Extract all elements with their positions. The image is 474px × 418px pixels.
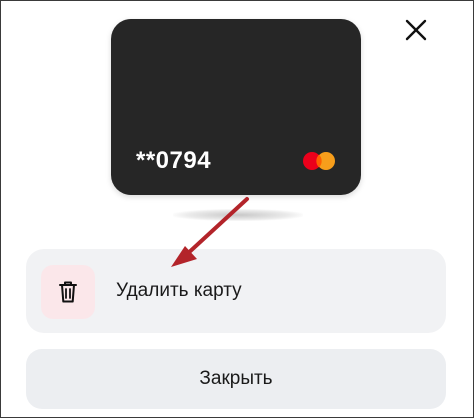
card-sheet: **0794 Удалить карту Закрыть <box>0 0 474 418</box>
trash-icon <box>59 281 77 303</box>
trash-icon-container <box>41 265 95 319</box>
delete-card-label: Удалить карту <box>116 280 242 301</box>
delete-card-button[interactable]: Удалить карту <box>26 249 446 333</box>
close-button[interactable] <box>403 17 429 43</box>
close-icon <box>405 19 427 41</box>
card-masked-number: **0794 <box>136 147 212 174</box>
bank-card: **0794 <box>111 19 361 195</box>
mastercard-logo-icon <box>303 152 335 170</box>
close-sheet-label: Закрыть <box>199 368 273 389</box>
card-shadow <box>173 209 303 221</box>
close-sheet-button[interactable]: Закрыть <box>26 349 446 409</box>
